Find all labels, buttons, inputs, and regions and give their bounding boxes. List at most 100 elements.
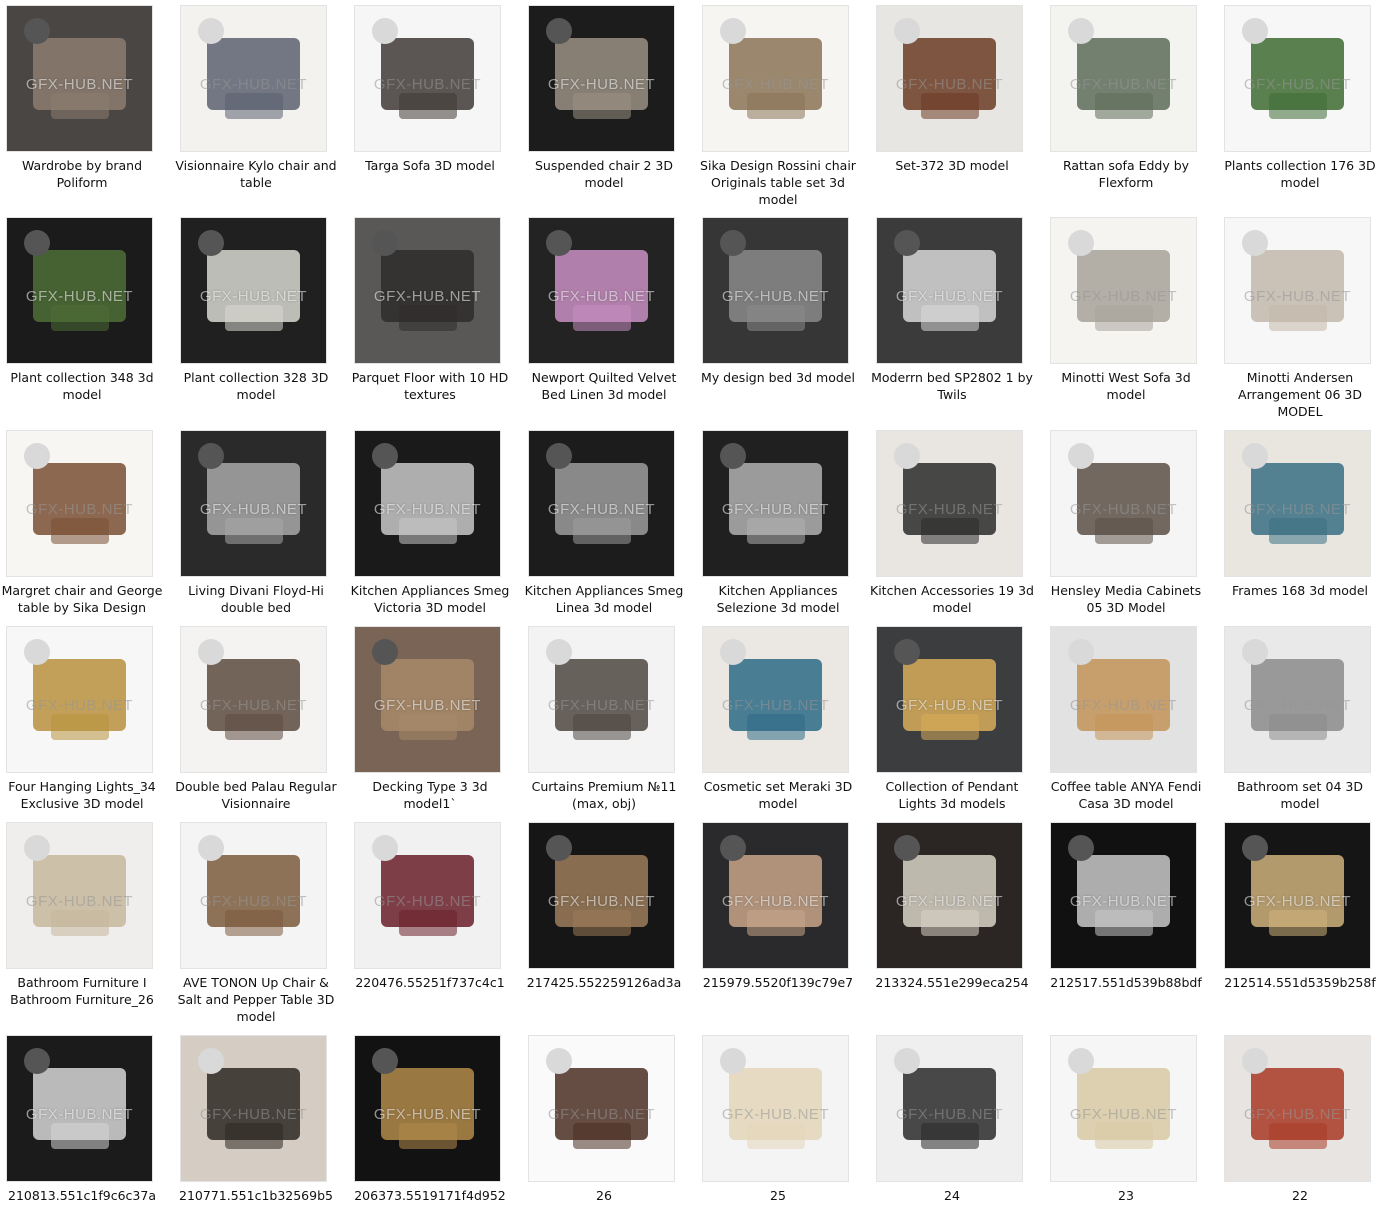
file-name-label[interactable]: Curtains Premium №11 (max, obj) bbox=[522, 778, 686, 812]
file-name-label[interactable]: Decking Type 3 3d model1` bbox=[348, 778, 512, 812]
file-name-label[interactable]: Living Divani Floyd-Hi double bed bbox=[174, 582, 338, 616]
file-thumbnail[interactable]: GFX-HUB.NET bbox=[181, 627, 326, 772]
file-thumbnail[interactable]: GFX-HUB.NET bbox=[181, 1036, 326, 1181]
file-name-label[interactable]: 210771.551c1b32569b5 bbox=[174, 1187, 338, 1204]
file-thumbnail[interactable]: GFX-HUB.NET bbox=[1051, 823, 1196, 968]
file-thumbnail[interactable]: GFX-HUB.NET bbox=[181, 823, 326, 968]
file-name-label[interactable]: Set-372 3D model bbox=[870, 157, 1034, 174]
file-thumbnail[interactable]: GFX-HUB.NET bbox=[181, 218, 326, 363]
file-name-label[interactable]: Frames 168 3d model bbox=[1218, 582, 1382, 599]
file-name-label[interactable]: Bathroom set 04 3D model bbox=[1218, 778, 1382, 812]
file-thumbnail[interactable]: GFX-HUB.NET bbox=[877, 6, 1022, 151]
file-name-label[interactable]: Visionnaire Kylo chair and table bbox=[174, 157, 338, 191]
file-name-label[interactable]: Plant collection 328 3D model bbox=[174, 369, 338, 403]
file-thumbnail[interactable]: GFX-HUB.NET bbox=[1051, 218, 1196, 363]
file-name-label[interactable]: Plant collection 348 3d model bbox=[0, 369, 164, 403]
file-thumbnail[interactable]: GFX-HUB.NET bbox=[355, 431, 500, 576]
file-thumbnail[interactable]: GFX-HUB.NET bbox=[529, 1036, 674, 1181]
file-thumbnail[interactable]: GFX-HUB.NET bbox=[7, 823, 152, 968]
file-name-label[interactable]: Hensley Media Cabinets 05 3D Model bbox=[1044, 582, 1208, 616]
file-name-label[interactable]: 213324.551e299eca254 bbox=[870, 974, 1034, 991]
file-thumbnail[interactable]: GFX-HUB.NET bbox=[181, 6, 326, 151]
file-name-label[interactable]: Newport Quilted Velvet Bed Linen 3d mode… bbox=[522, 369, 686, 403]
file-thumbnail[interactable]: GFX-HUB.NET bbox=[355, 627, 500, 772]
file-name-label[interactable]: 210813.551c1f9c6c37a bbox=[0, 1187, 164, 1204]
file-name-label[interactable]: Kitchen Appliances Smeg Victoria 3D mode… bbox=[348, 582, 512, 616]
file-thumbnail[interactable]: GFX-HUB.NET bbox=[7, 6, 152, 151]
file-name-label[interactable]: AVE TONON Up Chair & Salt and Pepper Tab… bbox=[174, 974, 338, 1025]
file-name-label[interactable]: 23 bbox=[1044, 1187, 1208, 1204]
file-thumbnail[interactable]: GFX-HUB.NET bbox=[529, 6, 674, 151]
file-name-label[interactable]: Wardrobe by brand Poliform bbox=[0, 157, 164, 191]
file-thumbnail[interactable]: GFX-HUB.NET bbox=[7, 627, 152, 772]
file-name-label[interactable]: Sika Design Rossini chair Originals tabl… bbox=[696, 157, 860, 208]
file-name-label[interactable]: 212517.551d539b88bdf bbox=[1044, 974, 1208, 991]
file-name-label[interactable]: Rattan sofa Eddy by Flexform bbox=[1044, 157, 1208, 191]
file-thumbnail[interactable]: GFX-HUB.NET bbox=[1225, 218, 1370, 363]
file-name-label[interactable]: 215979.5520f139c79e7 bbox=[696, 974, 860, 991]
file-name-label[interactable]: My design bed 3d model bbox=[696, 369, 860, 386]
file-name-label[interactable]: Cosmetic set Meraki 3D model bbox=[696, 778, 860, 812]
file-thumbnail[interactable]: GFX-HUB.NET bbox=[529, 218, 674, 363]
file-thumbnail[interactable]: GFX-HUB.NET bbox=[1225, 627, 1370, 772]
file-name-label[interactable]: 217425.552259126ad3a bbox=[522, 974, 686, 991]
file-name-label[interactable]: Targa Sofa 3D model bbox=[348, 157, 512, 174]
file-name-label[interactable]: Suspended chair 2 3D model bbox=[522, 157, 686, 191]
file-name-label[interactable]: 24 bbox=[870, 1187, 1034, 1204]
file-thumbnail[interactable]: GFX-HUB.NET bbox=[355, 6, 500, 151]
file-thumbnail[interactable]: GFX-HUB.NET bbox=[703, 218, 848, 363]
file-name-label[interactable]: 25 bbox=[696, 1187, 860, 1204]
file-name-label[interactable]: Kitchen Accessories 19 3d model bbox=[870, 582, 1034, 616]
thumbnail-detail bbox=[746, 910, 805, 937]
file-name-label[interactable]: 206373.5519171f4d952 bbox=[348, 1187, 512, 1204]
file-thumbnail[interactable]: GFX-HUB.NET bbox=[1051, 6, 1196, 151]
file-name-label[interactable]: Collection of Pendant Lights 3d models bbox=[870, 778, 1034, 812]
file-thumbnail[interactable]: GFX-HUB.NET bbox=[703, 1036, 848, 1181]
file-name-label[interactable]: Minotti Andersen Arrangement 06 3D MODEL bbox=[1218, 369, 1382, 420]
file-thumbnail[interactable]: GFX-HUB.NET bbox=[7, 431, 152, 576]
file-name-label[interactable]: Margret chair and George table by Sika D… bbox=[0, 582, 164, 616]
file-thumbnail[interactable]: GFX-HUB.NET bbox=[355, 218, 500, 363]
file-thumbnail[interactable]: GFX-HUB.NET bbox=[877, 823, 1022, 968]
file-thumbnail[interactable]: GFX-HUB.NET bbox=[1051, 431, 1196, 576]
file-thumbnail[interactable]: GFX-HUB.NET bbox=[703, 431, 848, 576]
file-thumbnail[interactable]: GFX-HUB.NET bbox=[1225, 431, 1370, 576]
file-name-label[interactable]: Plants collection 176 3D model bbox=[1218, 157, 1382, 191]
file-thumbnail[interactable]: GFX-HUB.NET bbox=[1225, 6, 1370, 151]
file-thumbnail[interactable]: GFX-HUB.NET bbox=[877, 627, 1022, 772]
file-thumbnail[interactable]: GFX-HUB.NET bbox=[1051, 627, 1196, 772]
file-thumbnail[interactable]: GFX-HUB.NET bbox=[877, 1036, 1022, 1181]
file-thumbnail[interactable]: GFX-HUB.NET bbox=[355, 823, 500, 968]
thumbnail-highlight bbox=[546, 229, 573, 256]
file-name-label[interactable]: Double bed Palau Regular Visionnaire bbox=[174, 778, 338, 812]
file-name-label[interactable]: Bathroom Furniture I Bathroom Furniture_… bbox=[0, 974, 164, 1008]
file-thumbnail[interactable]: GFX-HUB.NET bbox=[7, 1036, 152, 1181]
file-thumbnail[interactable]: GFX-HUB.NET bbox=[529, 627, 674, 772]
file-thumbnail[interactable]: GFX-HUB.NET bbox=[1225, 823, 1370, 968]
file-name-label[interactable]: Moderrn bed SP2802 1 by Twils bbox=[870, 369, 1034, 403]
file-thumbnail[interactable]: GFX-HUB.NET bbox=[703, 823, 848, 968]
file-thumbnail[interactable]: GFX-HUB.NET bbox=[703, 627, 848, 772]
file-name-label[interactable]: Kitchen Appliances Selezione 3d model bbox=[696, 582, 860, 616]
file-thumbnail[interactable]: GFX-HUB.NET bbox=[1225, 1036, 1370, 1181]
file-name-label[interactable]: 212514.551d5359b258f bbox=[1218, 974, 1382, 991]
file-name-label[interactable]: 26 bbox=[522, 1187, 686, 1204]
file-thumbnail[interactable]: GFX-HUB.NET bbox=[181, 431, 326, 576]
file-name-label[interactable]: 220476.55251f737c4c1 bbox=[348, 974, 512, 991]
file-thumbnail[interactable]: GFX-HUB.NET bbox=[1051, 1036, 1196, 1181]
file-name-label[interactable]: Parquet Floor with 10 HD textures bbox=[348, 369, 512, 403]
file-thumbnail[interactable]: GFX-HUB.NET bbox=[7, 218, 152, 363]
file-name-label[interactable]: Coffee table ANYA Fendi Casa 3D model bbox=[1044, 778, 1208, 812]
file-thumbnail[interactable]: GFX-HUB.NET bbox=[529, 823, 674, 968]
thumbnail-highlight bbox=[546, 442, 573, 469]
file-thumbnail[interactable]: GFX-HUB.NET bbox=[355, 1036, 500, 1181]
thumbnail-detail bbox=[920, 305, 979, 332]
file-thumbnail[interactable]: GFX-HUB.NET bbox=[877, 218, 1022, 363]
file-name-label[interactable]: Minotti West Sofa 3d model bbox=[1044, 369, 1208, 403]
file-thumbnail[interactable]: GFX-HUB.NET bbox=[703, 6, 848, 151]
file-name-label[interactable]: Kitchen Appliances Smeg Linea 3d model bbox=[522, 582, 686, 616]
file-name-label[interactable]: Four Hanging Lights_34 Exclusive 3D mode… bbox=[0, 778, 164, 812]
file-thumbnail[interactable]: GFX-HUB.NET bbox=[529, 431, 674, 576]
file-thumbnail[interactable]: GFX-HUB.NET bbox=[877, 431, 1022, 576]
file-name-label[interactable]: 22 bbox=[1218, 1187, 1382, 1204]
